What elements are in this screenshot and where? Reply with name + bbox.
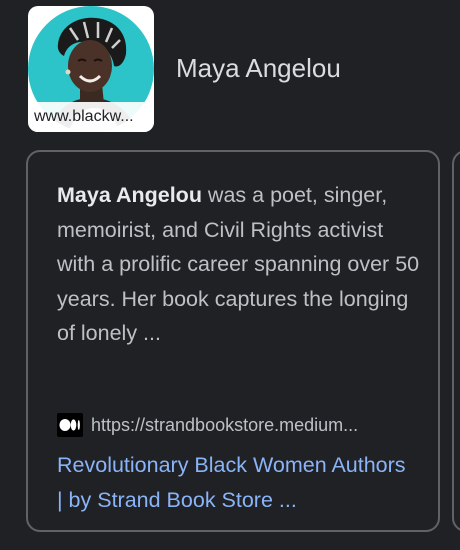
search-results-page: www.blackw... Maya Angelou Maya Angelou … — [0, 0, 460, 550]
entity-header[interactable]: www.blackw... Maya Angelou — [28, 6, 448, 132]
medium-logo-icon — [57, 413, 83, 437]
entity-name[interactable]: Maya Angelou — [176, 53, 341, 84]
entity-thumbnail[interactable]: www.blackw... — [28, 6, 154, 132]
next-result-card-edge[interactable] — [452, 150, 460, 532]
result-snippet: Maya Angelou was a poet, singer, memoiri… — [57, 178, 423, 351]
result-title-link[interactable]: Revolutionary Black Women Authors | by S… — [57, 448, 417, 517]
snippet-text: was a poet, singer, memoirist, and Civil… — [57, 183, 420, 345]
thumbnail-source-caption: www.blackw... — [28, 102, 154, 132]
snippet-bold-term: Maya Angelou — [57, 183, 202, 207]
source-url: https://strandbookstore.medium... — [91, 414, 359, 435]
result-card[interactable]: Maya Angelou was a poet, singer, memoiri… — [26, 150, 440, 532]
result-source[interactable]: https://strandbookstore.medium... — [57, 412, 417, 438]
